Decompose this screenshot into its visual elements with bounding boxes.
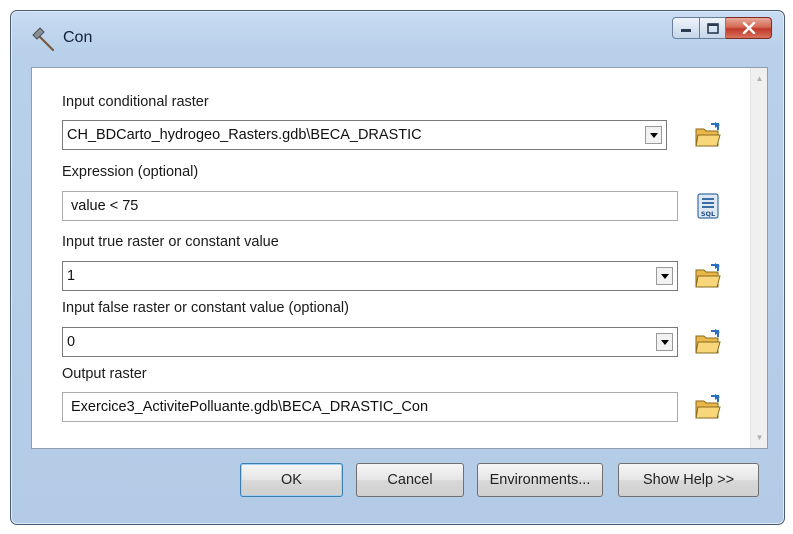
scroll-down-icon[interactable]: ▼ — [755, 433, 764, 442]
vertical-scrollbar[interactable]: ▲ ▼ — [750, 68, 767, 448]
chevron-down-icon[interactable] — [656, 267, 673, 285]
cancel-button[interactable]: Cancel — [356, 463, 464, 497]
input-false-value: 0 — [67, 334, 76, 350]
chevron-down-icon[interactable] — [645, 126, 662, 144]
input-true-value: 1 — [67, 268, 76, 284]
ok-button[interactable]: OK — [240, 463, 343, 497]
environments-button[interactable]: Environments... — [477, 463, 603, 497]
svg-text:SQL: SQL — [701, 210, 715, 218]
expression-input[interactable]: value < 75 — [62, 191, 678, 221]
con-dialog-window: Con Input conditional raster CH_BDCarto_… — [10, 10, 785, 525]
output-raster-label: Output raster — [62, 366, 147, 382]
open-folder-icon — [695, 122, 721, 147]
input-conditional-raster-combobox[interactable]: CH_BDCarto_hydrogeo_Rasters.gdb\BECA_DRA… — [62, 120, 667, 150]
minimize-button[interactable] — [672, 17, 700, 39]
browse-output-raster-button[interactable] — [692, 391, 724, 423]
sql-icon: SQL — [697, 193, 719, 219]
minimize-icon — [681, 29, 691, 32]
browse-false-raster-button[interactable] — [692, 326, 724, 358]
scroll-up-icon[interactable]: ▲ — [755, 74, 764, 83]
browse-true-raster-button[interactable] — [692, 260, 724, 292]
close-button[interactable] — [726, 17, 772, 39]
window-title: Con — [63, 29, 93, 46]
close-icon — [742, 22, 755, 34]
parameters-panel: Input conditional raster CH_BDCarto_hydr… — [31, 67, 768, 449]
maximize-button[interactable] — [700, 17, 726, 39]
input-false-label: Input false raster or constant value (op… — [62, 300, 349, 316]
input-conditional-raster-value: CH_BDCarto_hydrogeo_Rasters.gdb\BECA_DRA… — [67, 127, 422, 143]
browse-conditional-raster-button[interactable] — [692, 119, 724, 151]
expression-label: Expression (optional) — [62, 164, 199, 180]
input-true-label: Input true raster or constant value — [62, 234, 279, 250]
title-bar[interactable]: Con — [11, 11, 784, 57]
input-false-combobox[interactable]: 0 — [62, 327, 678, 357]
show-help-button[interactable]: Show Help >> — [618, 463, 759, 497]
maximize-icon — [706, 22, 719, 34]
chevron-down-icon[interactable] — [656, 333, 673, 351]
input-conditional-raster-label: Input conditional raster — [62, 94, 209, 110]
open-folder-icon — [695, 394, 721, 419]
open-folder-icon — [695, 263, 721, 288]
sql-query-builder-button[interactable]: SQL — [692, 190, 724, 222]
hammer-icon — [31, 26, 57, 52]
caption-buttons — [672, 17, 772, 41]
input-true-combobox[interactable]: 1 — [62, 261, 678, 291]
open-folder-icon — [695, 329, 721, 354]
output-raster-input[interactable]: Exercice3_ActivitePolluante.gdb\BECA_DRA… — [62, 392, 678, 422]
